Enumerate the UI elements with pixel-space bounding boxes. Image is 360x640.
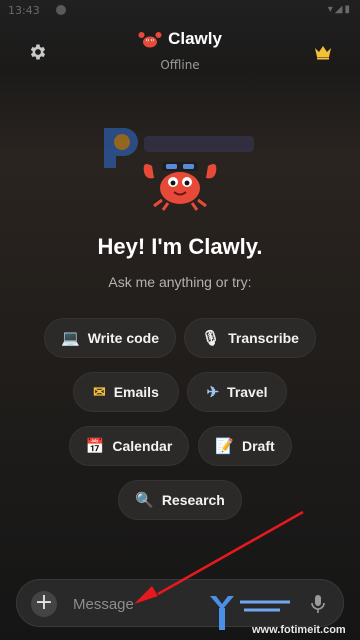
suggestion-label: Emails <box>113 384 159 400</box>
suggestion-research[interactable]: 🔍 Research <box>118 480 242 520</box>
crab-mascot-icon <box>143 162 217 211</box>
connection-status: Offline <box>160 58 200 72</box>
airplane-icon: ✈ <box>206 383 220 401</box>
status-indicators-icon: ▾◢▮ <box>327 4 352 15</box>
laptop-icon: 💻 <box>61 329 80 347</box>
crown-icon[interactable] <box>314 44 332 60</box>
greeting-subtitle: Ask me anything or try: <box>108 274 252 290</box>
suggestion-calendar[interactable]: 📅 Calendar <box>69 426 189 466</box>
suggestion-label: Travel <box>227 384 268 400</box>
site-watermark-text: www.fotimeit.com <box>252 624 346 636</box>
suggestion-label: Calendar <box>112 438 173 454</box>
suggestion-transcribe[interactable]: 🎙 Transcribe <box>184 318 316 358</box>
status-time: 13:43 <box>8 4 40 17</box>
suggestion-emails[interactable]: ✉ Emails <box>73 372 179 412</box>
suggestion-draft[interactable]: 📝 Draft <box>198 426 292 466</box>
suggestion-label: Transcribe <box>228 330 299 346</box>
microphone-icon: 🎙 <box>201 329 221 347</box>
magnifier-icon: 🔍 <box>135 491 154 509</box>
greeting-title: Hey! I'm Clawly. <box>97 234 263 259</box>
calendar-icon: 📅 <box>85 437 105 455</box>
memo-icon: 📝 <box>215 437 234 455</box>
notification-dot-icon <box>56 5 66 15</box>
status-bar: 13:43 ▾◢▮ <box>0 0 360 22</box>
app-title-group: Clawly <box>0 28 360 50</box>
envelope-icon: ✉ <box>93 383 106 401</box>
app-name: Clawly <box>168 29 222 48</box>
suggestion-write-code[interactable]: 💻 Write code <box>44 318 176 358</box>
plus-icon[interactable]: + <box>31 591 57 617</box>
suggestion-label: Write code <box>87 330 159 346</box>
suggestion-travel[interactable]: ✈ Travel <box>187 372 287 412</box>
suggestion-label: Draft <box>242 438 275 454</box>
suggestion-label: Research <box>161 492 225 508</box>
crab-logo-icon <box>138 32 162 48</box>
